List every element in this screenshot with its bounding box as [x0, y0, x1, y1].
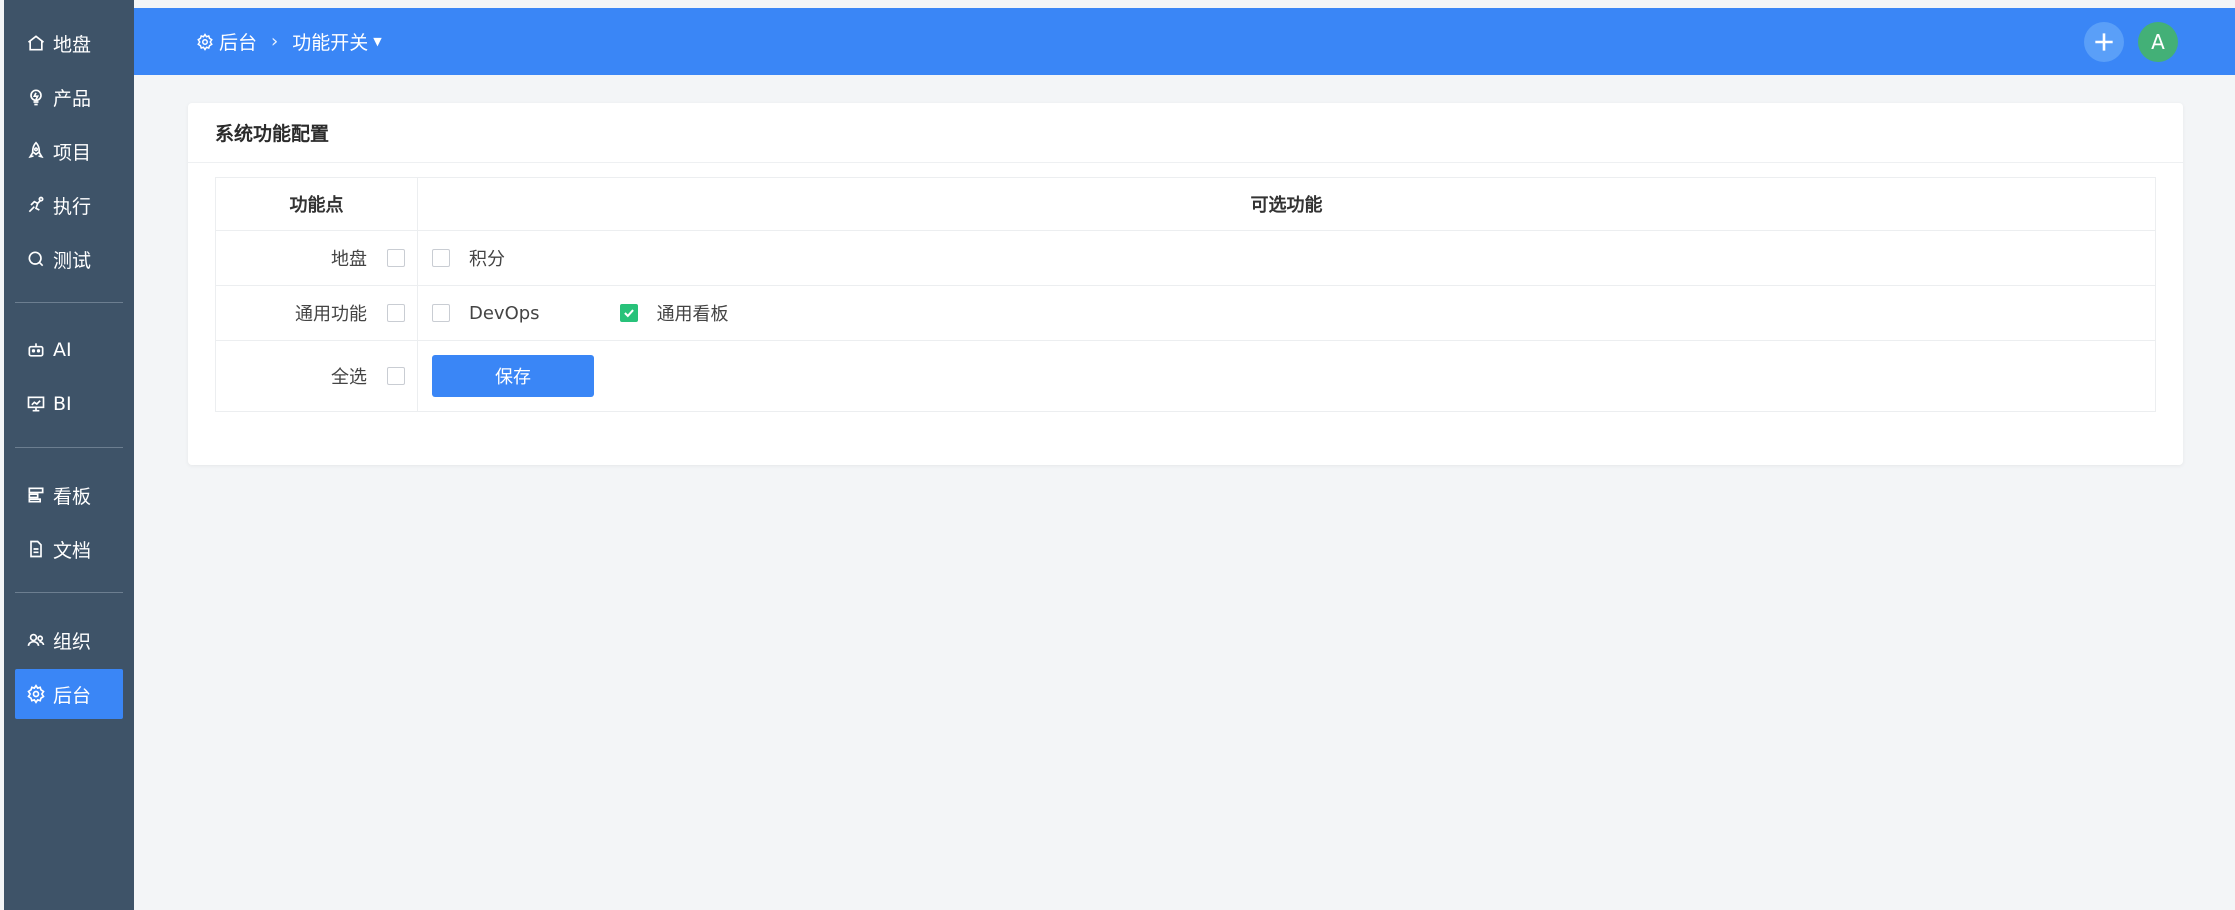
- home-icon: [25, 32, 47, 54]
- caret-down-icon[interactable]: ▼: [373, 35, 381, 48]
- sidebar-item-label: AI: [53, 339, 72, 361]
- sidebar: 地盘 产品 项目 执行 测试 AI BI 看板 文档 组织 后台: [4, 0, 134, 910]
- sidebar-item-label: 后台: [53, 684, 92, 707]
- lightbulb-icon: [25, 86, 47, 108]
- sidebar-item-label: 看板: [53, 485, 92, 508]
- sidebar-item-ai[interactable]: AI: [15, 325, 123, 375]
- option-devops[interactable]: DevOps: [432, 303, 540, 324]
- chart-board-icon: [25, 393, 47, 415]
- feature-config-card: 系统功能配置 功能点 可选功能 地盘 积分 通用功能 DevOps 通用看板 全…: [188, 103, 2183, 465]
- run-icon: [25, 194, 47, 216]
- sidebar-item-label: 地盘: [53, 33, 92, 56]
- kanban-icon: [25, 484, 47, 506]
- sidebar-item-product[interactable]: 产品: [15, 72, 123, 122]
- add-button[interactable]: [2084, 22, 2124, 62]
- option-checkbox-points[interactable]: [432, 249, 450, 267]
- chevron-right-icon: ›: [271, 31, 279, 52]
- gear-icon: [197, 32, 213, 51]
- save-button[interactable]: 保存: [432, 355, 594, 397]
- table-row: 全选 保存: [216, 341, 2155, 411]
- header-options: 可选功能: [1250, 195, 1323, 216]
- table-header-row: 功能点 可选功能: [216, 178, 2155, 231]
- sidebar-divider: [15, 302, 123, 303]
- top-actions: A: [2084, 22, 2178, 62]
- sidebar-item-org[interactable]: 组织: [15, 615, 123, 665]
- option-label-points: 积分: [469, 249, 505, 270]
- row-label-general: 通用功能: [295, 304, 367, 325]
- sidebar-divider: [15, 447, 123, 448]
- select-all-checkbox[interactable]: [387, 367, 405, 385]
- plus-icon: [2095, 33, 2113, 51]
- sidebar-item-docs[interactable]: 文档: [15, 524, 123, 574]
- sidebar-item-kanban[interactable]: 看板: [15, 470, 123, 520]
- sidebar-item-label: 项目: [53, 141, 92, 164]
- breadcrumb-root[interactable]: 后台: [219, 28, 257, 55]
- breadcrumb-current[interactable]: 功能开关: [292, 28, 368, 55]
- search-icon: [25, 248, 47, 270]
- table-row: 通用功能 DevOps 通用看板: [216, 286, 2155, 341]
- row-checkbox-dashboard[interactable]: [387, 249, 405, 267]
- card-title: 系统功能配置: [188, 103, 2183, 163]
- breadcrumb: 后台 › 功能开关 ▼: [196, 28, 382, 55]
- feature-table: 功能点 可选功能 地盘 积分 通用功能 DevOps 通用看板 全选 保存: [215, 177, 2156, 412]
- option-checkbox-general-kanban[interactable]: [619, 304, 638, 322]
- option-general-kanban[interactable]: 通用看板: [619, 300, 729, 326]
- rocket-icon: [25, 140, 47, 162]
- gear-icon: [25, 683, 47, 705]
- sidebar-item-label: 测试: [53, 249, 92, 272]
- sidebar-item-label: 执行: [53, 195, 92, 218]
- sidebar-item-label: 产品: [53, 87, 92, 110]
- sidebar-item-project[interactable]: 项目: [15, 126, 123, 176]
- row-label-dashboard: 地盘: [331, 249, 367, 270]
- option-checkbox-devops[interactable]: [432, 304, 450, 322]
- sidebar-item-label: BI: [53, 393, 72, 415]
- sidebar-divider: [15, 592, 123, 593]
- sidebar-item-dashboard[interactable]: 地盘: [15, 18, 123, 68]
- sidebar-item-bi[interactable]: BI: [15, 379, 123, 429]
- option-points[interactable]: 积分: [432, 245, 505, 271]
- users-icon: [25, 629, 47, 651]
- row-checkbox-general[interactable]: [387, 304, 405, 322]
- select-all-label: 全选: [331, 367, 367, 388]
- robot-icon: [25, 339, 47, 361]
- top-bar: 后台 › 功能开关 ▼ A: [134, 8, 2235, 75]
- sidebar-item-admin[interactable]: 后台: [15, 669, 123, 719]
- check-icon: [623, 309, 634, 318]
- document-icon: [25, 538, 47, 560]
- sidebar-item-test[interactable]: 测试: [15, 234, 123, 284]
- sidebar-item-label: 组织: [53, 630, 92, 653]
- option-label-general-kanban: 通用看板: [656, 304, 729, 325]
- sidebar-item-execution[interactable]: 执行: [15, 180, 123, 230]
- option-label-devops: DevOps: [469, 302, 540, 324]
- table-row: 地盘 积分: [216, 231, 2155, 286]
- sidebar-item-label: 文档: [53, 539, 92, 562]
- header-feature: 功能点: [216, 178, 418, 230]
- avatar[interactable]: A: [2138, 22, 2178, 62]
